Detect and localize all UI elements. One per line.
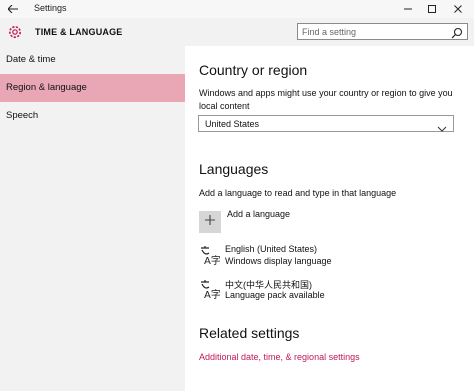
sidebar-item-region-language[interactable]: Region & language bbox=[0, 74, 185, 102]
search-box[interactable] bbox=[297, 23, 468, 40]
country-description: Windows and apps might use your country … bbox=[199, 88, 453, 111]
page-title: TIME & LANGUAGE bbox=[35, 27, 123, 37]
title-bar: Settings bbox=[0, 0, 474, 18]
maximize-button[interactable] bbox=[420, 0, 444, 18]
sidebar: Date & time Region & language Speech bbox=[0, 46, 185, 391]
country-select-value: United States bbox=[205, 119, 260, 129]
add-language-button[interactable] bbox=[199, 211, 221, 233]
country-select[interactable]: United States bbox=[198, 115, 454, 132]
language-item-english-name[interactable]: English (United States) bbox=[225, 244, 317, 254]
minimize-button[interactable] bbox=[396, 0, 420, 18]
close-button[interactable] bbox=[446, 0, 470, 18]
language-item-english-status: Windows display language bbox=[225, 256, 332, 266]
sidebar-item-date-time[interactable]: Date & time bbox=[0, 46, 185, 74]
svg-text:A字: A字 bbox=[204, 254, 220, 266]
back-arrow-icon[interactable] bbox=[4, 1, 22, 17]
sidebar-item-speech[interactable]: Speech bbox=[0, 102, 185, 130]
search-input[interactable] bbox=[302, 25, 442, 38]
related-settings-heading: Related settings bbox=[199, 325, 300, 341]
language-icon: A字 bbox=[198, 244, 221, 267]
languages-heading: Languages bbox=[199, 161, 269, 177]
languages-description: Add a language to read and type in that … bbox=[199, 188, 397, 198]
window-title: Settings bbox=[34, 3, 67, 13]
gear-icon bbox=[6, 23, 24, 41]
page-header: TIME & LANGUAGE bbox=[0, 18, 474, 46]
main-content: Country or region Windows and apps might… bbox=[185, 46, 474, 391]
chevron-down-icon bbox=[437, 120, 447, 132]
svg-text:A字: A字 bbox=[204, 288, 220, 300]
language-item-chinese-status: Language pack available bbox=[225, 290, 325, 300]
add-language-label[interactable]: Add a language bbox=[227, 209, 290, 219]
search-icon[interactable] bbox=[451, 26, 463, 39]
plus-icon bbox=[204, 213, 216, 231]
additional-settings-link[interactable]: Additional date, time, & regional settin… bbox=[199, 352, 360, 362]
country-heading: Country or region bbox=[199, 62, 308, 78]
language-icon: A字 bbox=[198, 278, 221, 301]
